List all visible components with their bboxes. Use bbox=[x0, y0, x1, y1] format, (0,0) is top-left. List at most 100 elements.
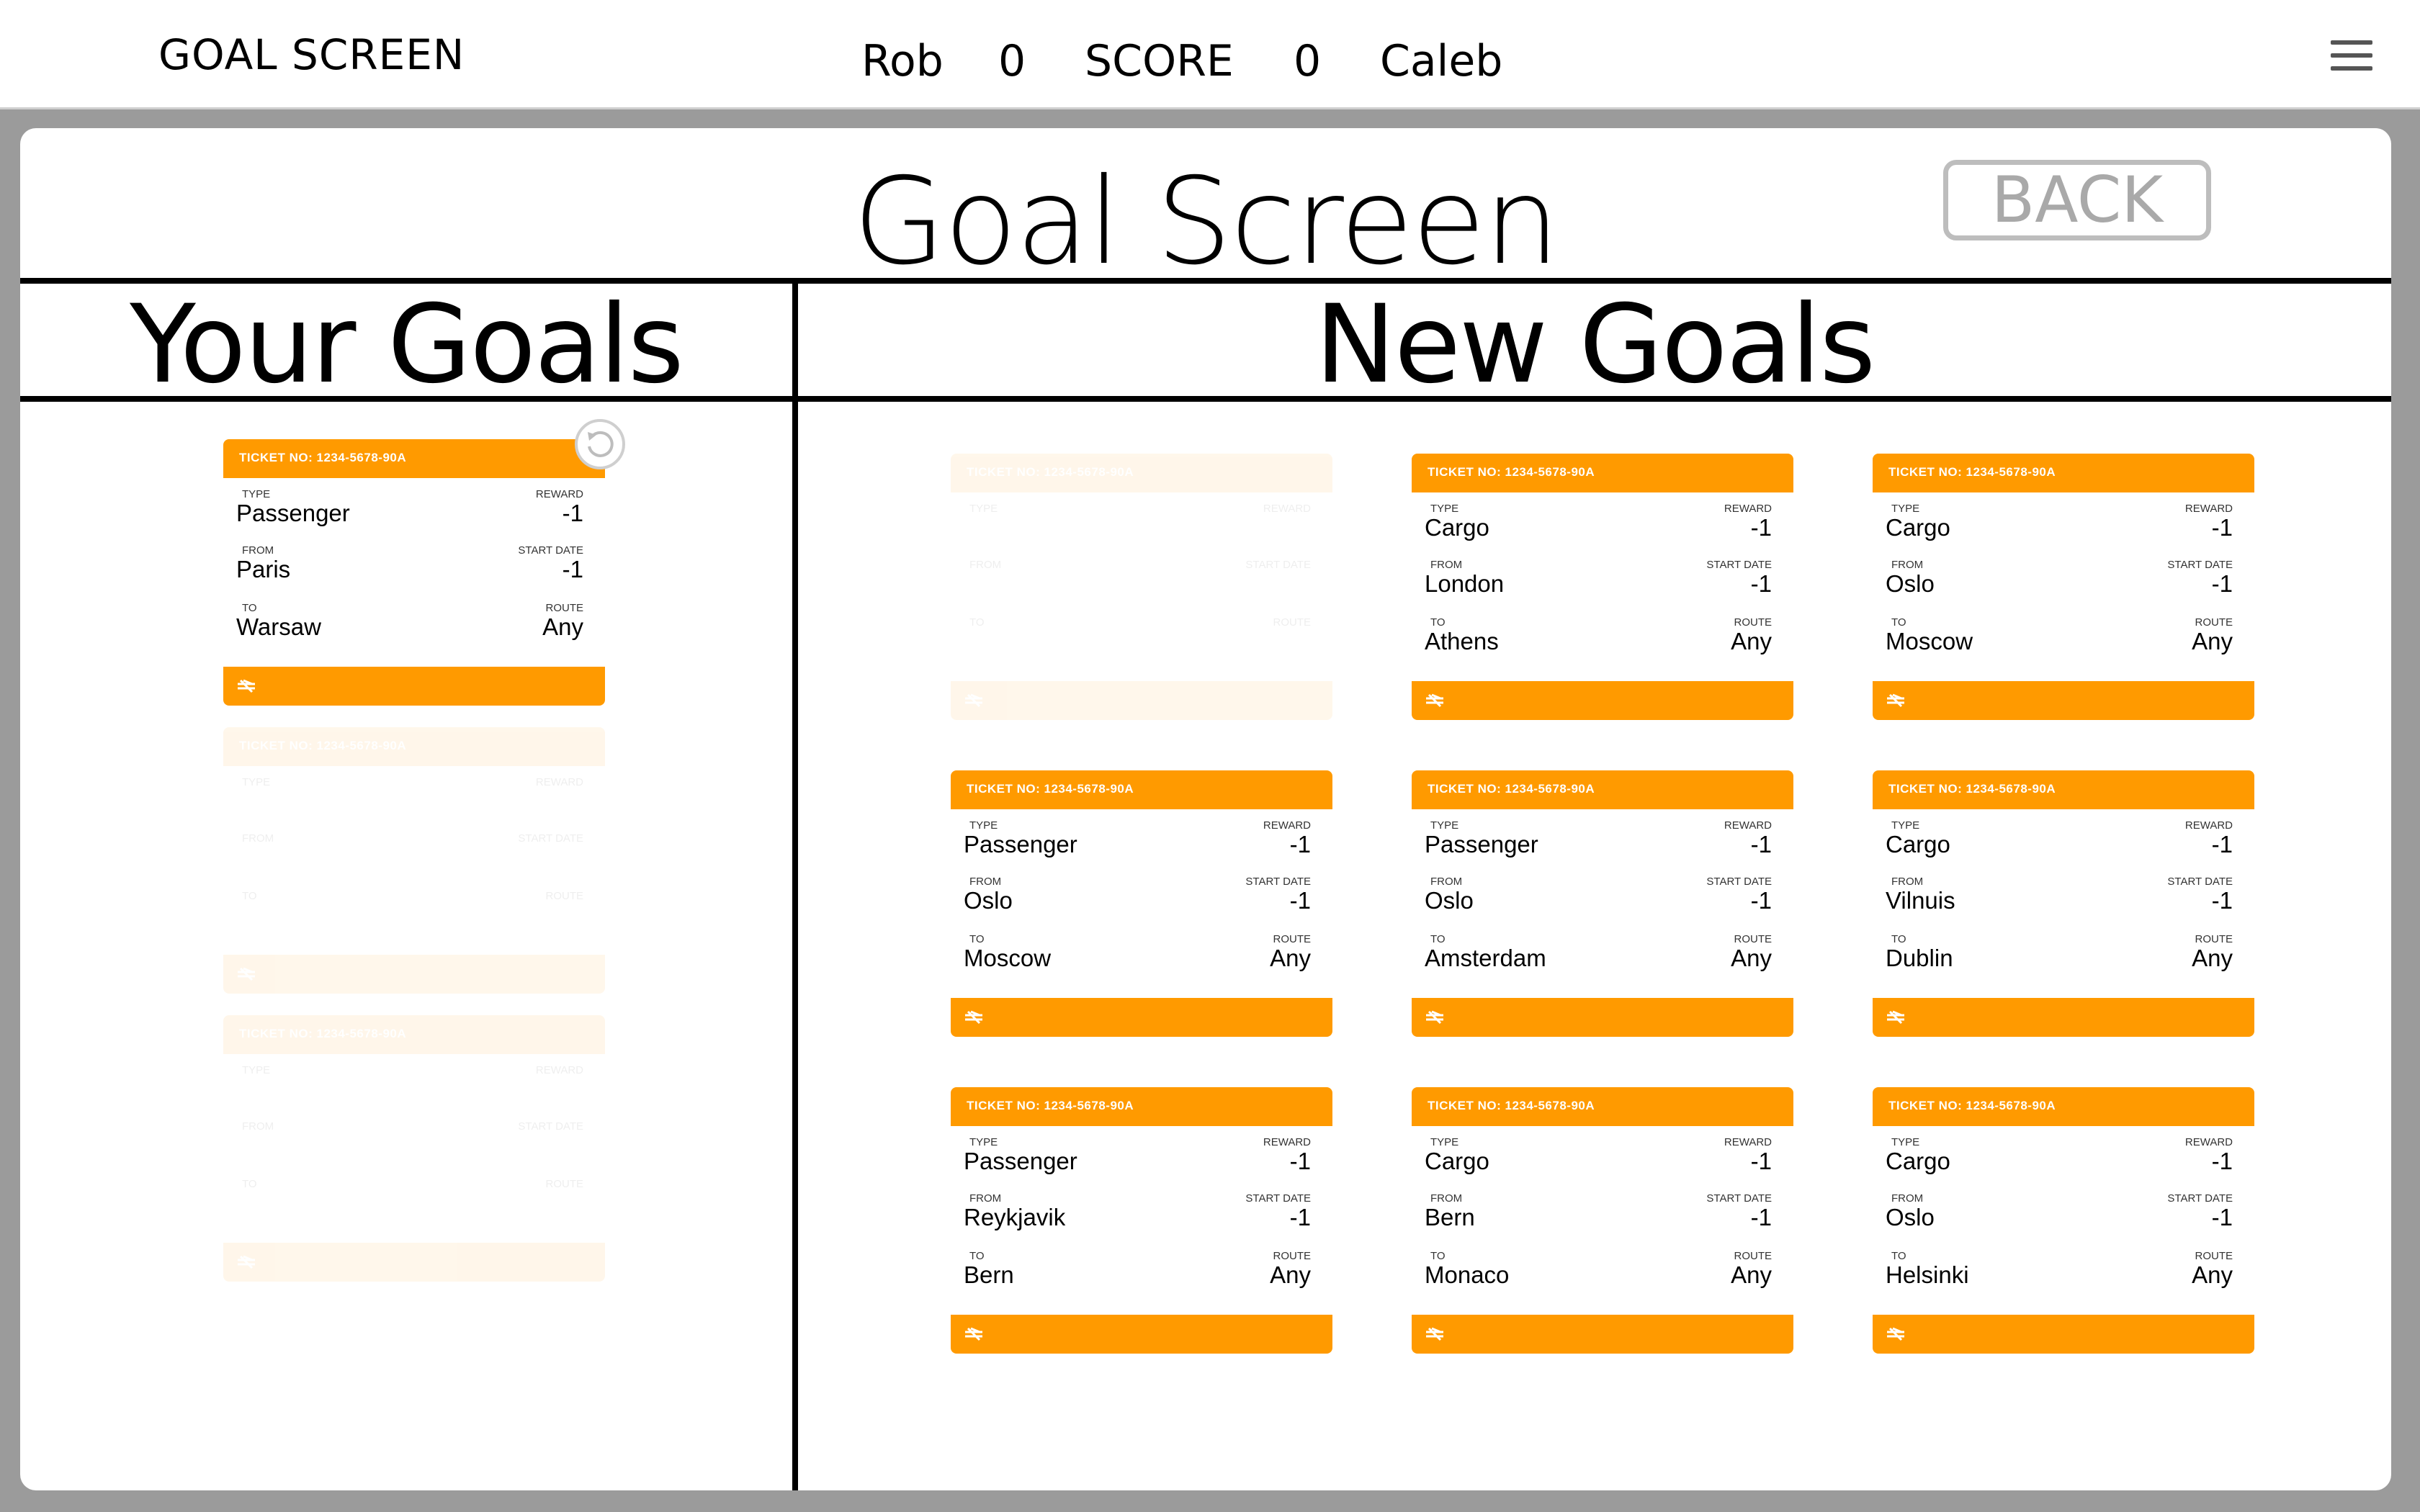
goal-ticket[interactable]: TICKET NO: 1234-5678-90A TYPE REWARD FRO… bbox=[223, 1015, 605, 1282]
goal-ticket[interactable]: TICKET NO: 1234-5678-90A TYPE REWARD FRO… bbox=[951, 454, 1332, 720]
route-value: Any bbox=[1731, 945, 1772, 971]
goal-ticket[interactable]: TICKET NO: 1234-5678-90A TYPE REWARD Car… bbox=[1873, 770, 2254, 1037]
player2-score: 0 bbox=[1294, 36, 1322, 86]
ticket-number: TICKET NO: 1234-5678-90A bbox=[951, 1087, 1332, 1126]
from-label: FROM bbox=[242, 544, 274, 557]
ticket-footer bbox=[223, 955, 605, 994]
from-label: FROM bbox=[1430, 876, 1463, 888]
refresh-icon[interactable] bbox=[575, 419, 625, 469]
player1-score: 0 bbox=[998, 36, 1026, 86]
from-value: London bbox=[1425, 570, 1505, 597]
from-value: Oslo bbox=[964, 887, 1013, 914]
route-label: ROUTE bbox=[545, 1178, 584, 1190]
reward-label: REWARD bbox=[2184, 1136, 2233, 1148]
start-date-value: -1 bbox=[1750, 570, 1772, 597]
route-value: Any bbox=[1270, 945, 1311, 971]
player1-name: Rob bbox=[861, 36, 944, 86]
route-value: Any bbox=[1731, 1261, 1772, 1288]
to-value: Monaco bbox=[1425, 1261, 1510, 1288]
ticket-footer bbox=[951, 1315, 1332, 1354]
from-label: FROM bbox=[242, 832, 274, 845]
from-value: Oslo bbox=[1425, 887, 1474, 914]
to-value: Helsinki bbox=[1886, 1261, 1969, 1288]
reward-label: REWARD bbox=[1263, 1136, 1311, 1148]
to-label: TO bbox=[969, 616, 985, 629]
back-button[interactable]: BACK bbox=[1943, 160, 2211, 240]
goal-ticket[interactable]: TICKET NO: 1234-5678-90A TYPE REWARD Pas… bbox=[951, 1087, 1332, 1354]
start-date-value: -1 bbox=[562, 556, 583, 582]
type-label: TYPE bbox=[969, 819, 998, 832]
reward-label: REWARD bbox=[1263, 503, 1311, 515]
top-bar: GOAL SCREEN Rob 0 SCORE 0 Caleb bbox=[0, 0, 2420, 109]
route-value: Any bbox=[1270, 1261, 1311, 1288]
to-label: TO bbox=[1891, 1250, 1906, 1262]
type-label: TYPE bbox=[242, 1064, 271, 1076]
route-label: ROUTE bbox=[1734, 1250, 1773, 1262]
reward-label: REWARD bbox=[1263, 819, 1311, 832]
ticket-body: TYPE REWARD FROM START DATE TO ROUTE bbox=[223, 1054, 605, 1243]
reward-value: -1 bbox=[1750, 1148, 1772, 1174]
ticket-footer bbox=[1412, 998, 1793, 1037]
app-title: GOAL SCREEN bbox=[158, 30, 465, 79]
from-value: Vilnuis bbox=[1886, 887, 1955, 914]
rail-icon bbox=[238, 679, 255, 693]
reward-value: -1 bbox=[1289, 831, 1311, 858]
ticket-body: TYPE REWARD FROM START DATE TO ROUTE bbox=[951, 492, 1332, 681]
ticket-number: TICKET NO: 1234-5678-90A bbox=[951, 454, 1332, 492]
ticket-body: TYPE REWARD Passenger -1 FROM START DATE… bbox=[951, 1126, 1332, 1315]
to-label: TO bbox=[1430, 616, 1446, 629]
ticket-footer bbox=[1412, 681, 1793, 720]
ticket-body: TYPE REWARD Cargo -1 FROM START DATE Ber… bbox=[1412, 1126, 1793, 1315]
start-date-label: START DATE bbox=[1706, 876, 1772, 888]
route-label: ROUTE bbox=[1734, 616, 1773, 629]
goal-ticket[interactable]: TICKET NO: 1234-5678-90A TYPE REWARD Pas… bbox=[1412, 770, 1793, 1037]
ticket-body: TYPE REWARD Cargo -1 FROM START DATE Vil… bbox=[1873, 809, 2254, 998]
start-date-value: -1 bbox=[2211, 1204, 2233, 1230]
goal-ticket[interactable]: TICKET NO: 1234-5678-90A TYPE REWARD Car… bbox=[1412, 1087, 1793, 1354]
ticket-footer bbox=[223, 667, 605, 706]
ticket-footer bbox=[951, 681, 1332, 720]
from-label: FROM bbox=[1891, 1192, 1924, 1205]
goal-ticket[interactable]: TICKET NO: 1234-5678-90A TYPE REWARD Pas… bbox=[223, 439, 605, 706]
goal-ticket[interactable]: TICKET NO: 1234-5678-90A TYPE REWARD Pas… bbox=[951, 770, 1332, 1037]
goal-ticket[interactable]: TICKET NO: 1234-5678-90A TYPE REWARD Car… bbox=[1412, 454, 1793, 720]
rail-icon bbox=[1887, 693, 1904, 708]
start-date-label: START DATE bbox=[1245, 559, 1311, 571]
from-label: FROM bbox=[969, 1192, 1002, 1205]
rail-icon bbox=[1426, 1010, 1443, 1025]
goal-ticket[interactable]: TICKET NO: 1234-5678-90A TYPE REWARD Car… bbox=[1873, 454, 2254, 720]
type-label: TYPE bbox=[1891, 1136, 1920, 1148]
to-label: TO bbox=[242, 602, 257, 614]
ticket-number: TICKET NO: 1234-5678-90A bbox=[1412, 1087, 1793, 1126]
start-date-value: -1 bbox=[1289, 887, 1311, 914]
ticket-footer bbox=[1873, 998, 2254, 1037]
goal-screen-modal: Goal Screen BACK Your Goals New Goals TI… bbox=[20, 128, 2391, 1490]
reward-value: -1 bbox=[1289, 1148, 1311, 1174]
divider-vertical bbox=[792, 282, 798, 1490]
type-label: TYPE bbox=[1430, 503, 1459, 515]
goal-ticket[interactable]: TICKET NO: 1234-5678-90A TYPE REWARD FRO… bbox=[223, 727, 605, 994]
hamburger-menu-icon[interactable] bbox=[2331, 40, 2372, 71]
ticket-body: TYPE REWARD Passenger -1 FROM START DATE… bbox=[951, 809, 1332, 998]
type-label: TYPE bbox=[1430, 819, 1459, 832]
ticket-number: TICKET NO: 1234-5678-90A bbox=[1873, 770, 2254, 809]
scoreboard: Rob 0 SCORE 0 Caleb bbox=[861, 36, 1502, 86]
to-label: TO bbox=[242, 1178, 257, 1190]
to-value: Dublin bbox=[1886, 945, 1953, 971]
from-value: Paris bbox=[236, 556, 291, 582]
ticket-number: TICKET NO: 1234-5678-90A bbox=[1412, 454, 1793, 492]
type-label: TYPE bbox=[242, 488, 271, 500]
from-value: Reykjavik bbox=[964, 1204, 1066, 1230]
type-label: TYPE bbox=[242, 776, 271, 788]
type-label: TYPE bbox=[1891, 503, 1920, 515]
type-value: Cargo bbox=[1886, 831, 1950, 858]
ticket-number: TICKET NO: 1234-5678-90A bbox=[951, 770, 1332, 809]
goal-ticket[interactable]: TICKET NO: 1234-5678-90A TYPE REWARD Car… bbox=[1873, 1087, 2254, 1354]
ticket-number: TICKET NO: 1234-5678-90A bbox=[223, 1015, 605, 1054]
start-date-label: START DATE bbox=[518, 832, 583, 845]
from-label: FROM bbox=[969, 876, 1002, 888]
reward-label: REWARD bbox=[1724, 503, 1772, 515]
score-label: SCORE bbox=[1085, 36, 1234, 86]
start-date-label: START DATE bbox=[518, 544, 583, 557]
route-label: ROUTE bbox=[2195, 1250, 2233, 1262]
